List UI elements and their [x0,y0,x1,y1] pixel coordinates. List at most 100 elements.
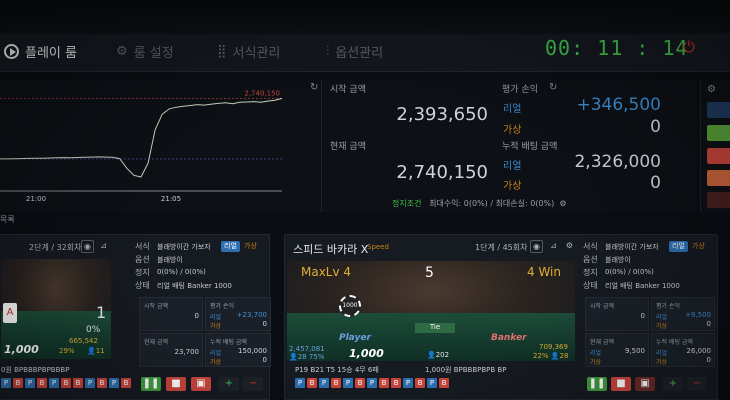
balance-chart: 2,740,150 21:00 21:05 [0,89,283,203]
tab-format-mgmt-label: 서식관리 [232,45,281,61]
play-button[interactable]: ❚❚ [141,377,161,391]
table-name: 스피드 바카라 X [293,243,369,256]
color-swatch[interactable] [707,170,730,186]
view-icon[interactable]: ◉ [530,240,543,253]
grid-icon: ⣿ [217,43,227,59]
bead-banker: B [61,378,71,388]
bead-banker: B [391,378,401,388]
remove-button[interactable]: − [243,377,263,391]
chart-icon[interactable]: ⊿ [97,240,110,253]
tab-option-mgmt[interactable]: ⫶ 옵션관리 [326,38,383,64]
stop-button[interactable]: ■ [166,377,186,391]
cum-bet-label: 누적 배팅 금액 [502,142,558,152]
current-amount-label: 현재 금액 [330,142,366,152]
remove-button[interactable]: − [687,377,707,391]
tab-room-settings-label: 룸 설정 [133,45,174,61]
fake-tag[interactable]: 가상 [241,241,260,252]
refresh-icon[interactable]: ↻ [549,82,557,93]
center-count: 👤202 [427,351,450,359]
settings-gear-icon[interactable]: ⚙ [559,199,566,208]
eval-label: 평가 손익 [656,303,680,310]
peak-value-label: 2,740,150 [244,89,280,97]
tab-room-settings[interactable]: ⚙ 룸 설정 [116,38,174,64]
start-value: 0 [194,312,199,320]
tab-format-mgmt[interactable]: ⣿ 서식관리 [217,38,280,64]
play-button[interactable]: ❚❚ [587,377,607,391]
format-label: 서식 [583,242,598,251]
refresh-icon[interactable]: ↻ [310,82,318,93]
center-number: 5 [425,265,434,281]
player-count: 28 [297,353,307,361]
power-icon[interactable]: ⏻ [683,38,695,56]
add-button[interactable]: + [663,377,683,391]
app-root: 플레이 룸 ⚙ 룸 설정 ⣿ 서식관리 ⫶ 옵션관리 00: 11 : 14 ⏻… [0,0,730,400]
bead-banker: B [97,378,107,388]
calendar-button[interactable]: ▣ [191,377,211,391]
tie-spot[interactable]: Tie [415,323,455,333]
real-tag[interactable]: 리얼 [221,241,240,252]
gear-icon: ⚙ [116,43,128,59]
stop-label: 정지 [135,268,150,277]
current-value: 9,500 [624,347,645,355]
banker-count: 👤11 [87,347,105,355]
eval-fake-value: 0 [262,320,267,328]
cum-fake-value: 0 [262,356,267,364]
chart-icon[interactable]: ⊿ [547,240,560,253]
eval-label: 평가 손익 [210,303,234,310]
add-button[interactable]: + [219,377,239,391]
bead-banker: B [439,378,449,388]
cum-fake-label: 가상 [210,359,222,366]
top-bar [0,0,730,34]
color-swatch[interactable] [707,192,730,208]
bead-player: P [403,378,413,388]
bead-summary: 0원 BPBBBPBPBBBP [1,366,70,374]
start-box: 시작 금액 0 [585,297,649,331]
player-percent: 75% [308,353,325,361]
stop-button[interactable]: ■ [611,377,631,391]
cum-fake-label: 가상 [503,181,522,192]
color-swatch[interactable] [707,148,730,164]
calendar-button[interactable]: ▣ [635,377,655,391]
sliders-icon: ⫶ [326,43,330,59]
view-icon[interactable]: ◉ [81,240,94,253]
card-total: 1 [96,303,107,322]
round-counter: 2단계 / 32회차 [29,243,82,252]
fake-tag[interactable]: 가상 [689,241,708,252]
chip-1000[interactable]: 1000 [339,295,361,317]
status-label: 상태 [135,281,150,290]
eval-real-label: 리얼 [210,314,222,321]
cum-real-value: 150,000 [238,347,267,355]
bead-banker: B [307,378,317,388]
eval-fake-value: 0 [650,117,661,137]
live-video-right: MaxLv 4 5 4 Win 1000 Tie Player Banker 2… [287,261,575,361]
banker-percent: 29% [59,347,75,355]
settings-icon[interactable]: ⚙ [563,240,576,253]
stop-condition-text: 최대수익: 0(0%) / 최대손실: 0(0%) [429,199,555,208]
x-tick-label: 21:00 [26,195,46,203]
banker-spot[interactable]: Banker [491,333,527,343]
real-tag[interactable]: 리얼 [669,241,688,252]
format-label: 서식 [135,242,150,251]
format-info: 서식 블래방이간 가보자 리얼 가상 옵션 블래방이 정지 0(0%) / 0(… [135,241,263,295]
color-swatch[interactable] [707,125,730,141]
cum-label: 누적 배팅 금액 [656,339,693,346]
settings-icon[interactable]: ⚙ [707,84,716,95]
bead-player: P [427,378,437,388]
eval-fake-label: 가상 [656,323,668,330]
round-counter: 1단계 / 45회차 [475,243,528,252]
banker-percent: 22% [533,352,549,360]
bead-road-left: PBPBPBBPBPB [1,378,133,390]
bead-player: P [319,378,329,388]
playing-card: A [3,303,17,323]
bead-player: P [25,378,35,388]
session-timer: 00: 11 : 14 [545,36,689,60]
eval-real-value: +9,500 [685,311,711,319]
tab-play-room[interactable]: 플레이 룸 [4,38,77,64]
color-swatch[interactable] [707,102,730,118]
player-spot[interactable]: Player [339,333,371,343]
table-type-tag: Speed [367,243,389,251]
banker-count: 28 [559,352,569,360]
eval-box: 평가 손익 리얼 +23,700 가상 0 [205,297,271,331]
bead-road-right: PBPBPBPBBPBPB [295,378,451,390]
start-amount-value: 2,393,650 [396,104,488,125]
